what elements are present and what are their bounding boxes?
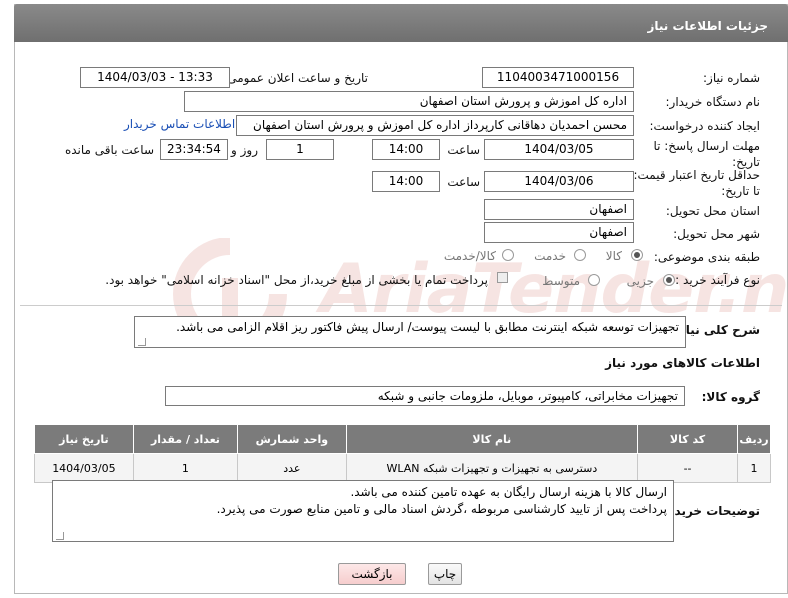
buyer-org-field: اداره کل اموزش و پرورش استان اصفهان <box>184 91 634 112</box>
col-row: ردیف <box>737 424 771 454</box>
category-radio-goods-service[interactable] <box>502 249 514 261</box>
print-button[interactable]: چاپ <box>428 563 462 585</box>
requester-label: ایجاد کننده درخواست: <box>649 119 760 133</box>
days-label: روز و <box>231 143 258 157</box>
cell-name: دسترسی به تجهیزات و تجهیزات شبکه WLAN <box>345 453 639 483</box>
deadline-time-label: ساعت <box>447 143 480 157</box>
buyer-notes-field: ارسال کالا با هزینه ارسال رایگان به عهده… <box>52 480 674 542</box>
remaining-time-field: 23:34:54 <box>160 139 228 160</box>
category-option-goods: کالا <box>605 249 622 263</box>
col-qty: تعداد / مقدار <box>132 424 239 454</box>
divider <box>20 305 782 306</box>
description-label: شرح کلی نیاز: <box>674 323 760 337</box>
announce-field: 1404/03/03 - 13:33 <box>80 67 230 88</box>
category-label: طبقه بندی موضوعی: <box>653 250 760 264</box>
contact-buyer-link[interactable]: اطلاعات تماس خریدار <box>124 117 235 131</box>
category-option-goods-service: کالا/خدمت <box>443 249 496 263</box>
cell-unit: عدد <box>237 453 347 483</box>
remaining-label: ساعت باقی مانده <box>64 143 154 157</box>
deadline-time-field: 14:00 <box>372 139 440 160</box>
goods-group-field: تجهیزات مخابراتی، کامپیوتر، موبایل، ملزو… <box>165 386 685 406</box>
table-row: 1 -- دسترسی به تجهیزات و تجهیزات شبکه WL… <box>34 453 771 483</box>
goods-section-title: اطلاعات کالاهای مورد نیاز <box>605 356 760 370</box>
cell-row: 1 <box>737 453 771 483</box>
back-button[interactable]: بازگشت <box>338 563 406 585</box>
description-field: تجهیزات توسعه شبکه اینترنت مطابق با لیست… <box>134 316 686 348</box>
price-time-label: ساعت <box>447 175 480 189</box>
requester-field: محسن احمدیان دهاقانی کارپرداز اداره کل ا… <box>236 115 634 136</box>
price-date-field: 1404/03/06 <box>484 171 634 192</box>
deadline-date-field: 1404/03/05 <box>484 139 634 160</box>
col-date: تاریخ نیاز <box>34 424 134 454</box>
price-time-field: 14:00 <box>372 171 440 192</box>
col-unit: واحد شمارش <box>237 424 347 454</box>
process-option-minor: جزیی <box>626 274 654 288</box>
process-radio-medium[interactable] <box>588 274 600 286</box>
buyer-notes-line-2: پرداخت پس از تایید کارشناسی مربوطه ،گردش… <box>216 502 667 516</box>
buyer-notes-line-1: ارسال کالا با هزینه ارسال رایگان به عهده… <box>350 485 667 499</box>
process-note: پرداخت تمام یا بخشی از مبلغ خرید،از محل … <box>105 273 488 287</box>
city-label: شهر محل تحویل: <box>673 227 760 241</box>
process-label: نوع فرآیند خرید : <box>675 273 760 287</box>
category-radio-service[interactable] <box>574 249 586 261</box>
buyer-org-label: نام دستگاه خریدار: <box>665 95 761 109</box>
deadline-label: مهلت ارسال پاسخ: تا تاریخ: <box>653 139 760 169</box>
days-field: 1 <box>266 139 334 160</box>
need-number-field: 1104003471000156 <box>482 67 634 88</box>
goods-table: ردیف کد کالا نام کالا واحد شمارش تعداد /… <box>34 424 771 483</box>
price-validity-label: حداقل تاریخ اعتبار قیمت: تا تاریخ: <box>633 168 760 198</box>
category-option-service: خدمت <box>534 249 566 263</box>
process-radio-minor[interactable] <box>663 274 675 286</box>
notes-resize-grip-icon[interactable] <box>56 532 64 540</box>
col-name: نام کالا <box>345 424 639 454</box>
resize-grip-icon[interactable] <box>138 338 146 346</box>
col-code: کد کالا <box>637 424 739 454</box>
province-label: استان محل تحویل: <box>665 204 760 218</box>
cell-date: 1404/03/05 <box>34 453 134 483</box>
goods-table-header: ردیف کد کالا نام کالا واحد شمارش تعداد /… <box>34 424 771 454</box>
cell-code: -- <box>637 453 739 483</box>
city-field: اصفهان <box>484 222 634 243</box>
need-number-label: شماره نیاز: <box>703 71 760 85</box>
province-field: اصفهان <box>484 199 634 220</box>
treasury-checkbox[interactable] <box>497 272 508 283</box>
category-radio-goods[interactable] <box>631 249 643 261</box>
announce-label: تاریخ و ساعت اعلان عمومی: <box>223 71 368 85</box>
cell-qty: 1 <box>132 453 239 483</box>
goods-group-label: گروه کالا: <box>701 390 760 404</box>
header-bar: جزئیات اطلاعات نیاز <box>14 4 788 42</box>
process-option-medium: متوسط <box>542 274 580 288</box>
page-title: جزئیات اطلاعات نیاز <box>647 19 768 33</box>
